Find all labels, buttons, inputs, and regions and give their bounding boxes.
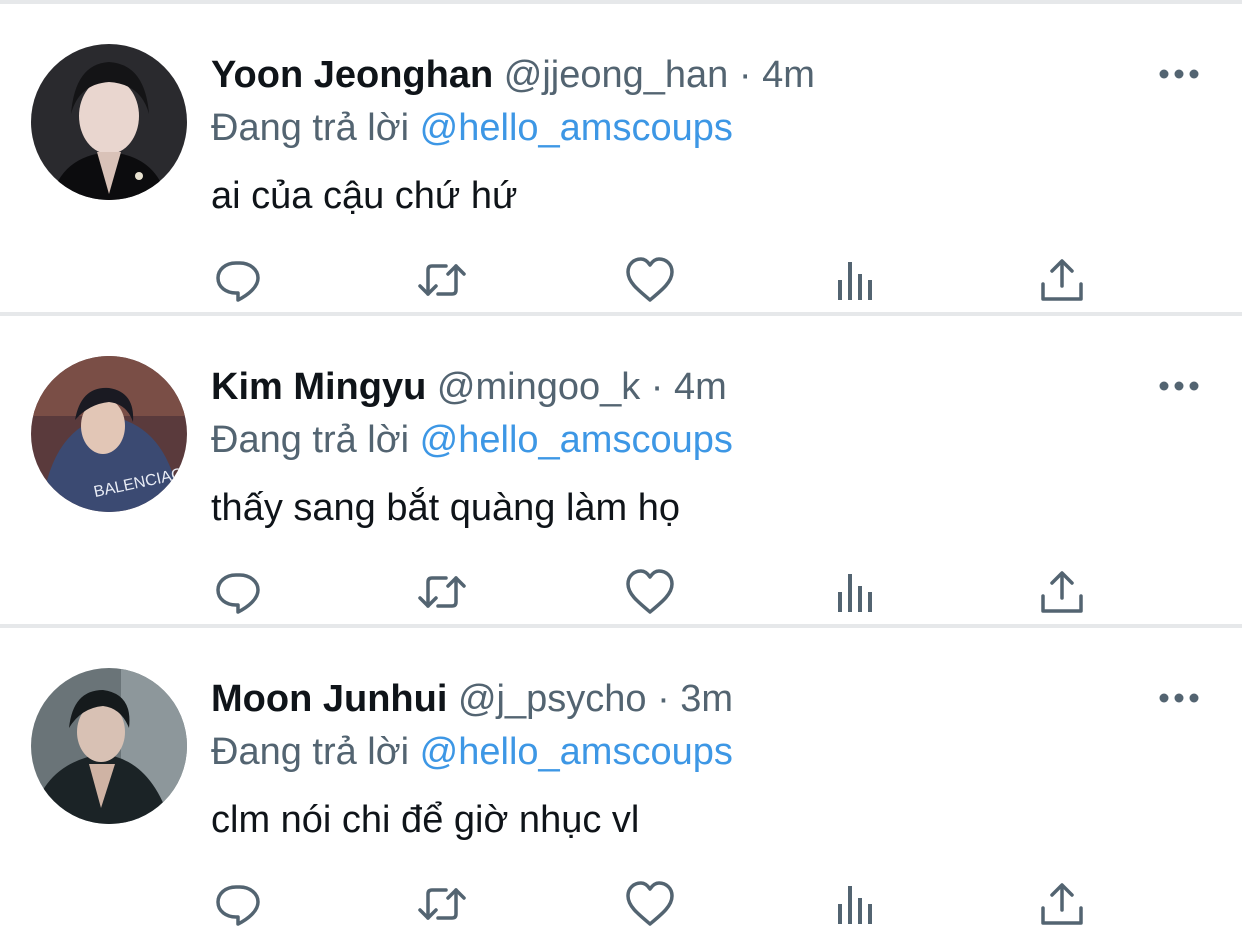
tweet-item[interactable]: Yoon Jeonghan @jjeong_han · 4m Đang trả … [0, 4, 1242, 316]
like-heart-icon[interactable] [624, 878, 676, 934]
separator-dot: · [657, 678, 670, 720]
tweet-item[interactable]: Moon Junhui @j_psycho · 3m Đang trả lời … [0, 628, 1242, 940]
mention-link[interactable]: @hello_amscoups [420, 731, 733, 773]
reply-context: Đang trả lời @hello_amscoups [211, 416, 733, 464]
like-heart-icon[interactable] [624, 254, 676, 310]
share-icon[interactable] [1036, 566, 1088, 622]
display-name[interactable]: Yoon Jeonghan [211, 54, 493, 96]
avatar[interactable] [31, 668, 187, 824]
reply-icon[interactable] [212, 566, 264, 622]
tweet-header: Moon Junhui @j_psycho · 3m [211, 675, 733, 723]
tweet-text: clm nói chi để giờ nhục vl [211, 799, 640, 841]
mention-link[interactable]: @hello_amscoups [420, 107, 733, 149]
more-options-icon[interactable] [1158, 62, 1200, 86]
tweet-text: ai của cậu chứ hứ [211, 175, 518, 217]
timestamp[interactable]: 4m [762, 54, 815, 96]
analytics-icon[interactable] [830, 254, 882, 310]
user-handle[interactable]: @mingoo_k [437, 366, 640, 408]
user-handle[interactable]: @jjeong_han [504, 54, 729, 96]
avatar[interactable] [31, 44, 187, 200]
tweet-header: Kim Mingyu @mingoo_k · 4m [211, 363, 727, 411]
tweet-item[interactable]: BALENCIAG Kim Mingyu @mingoo_k · 4m Đang… [0, 316, 1242, 628]
timestamp[interactable]: 3m [680, 678, 733, 720]
reply-icon[interactable] [212, 878, 264, 934]
analytics-icon[interactable] [830, 878, 882, 934]
display-name[interactable]: Kim Mingyu [211, 366, 426, 408]
mention-link[interactable]: @hello_amscoups [420, 419, 733, 461]
like-heart-icon[interactable] [624, 566, 676, 622]
timestamp[interactable]: 4m [674, 366, 727, 408]
display-name[interactable]: Moon Junhui [211, 678, 447, 720]
retweet-icon[interactable] [416, 878, 468, 934]
reply-context: Đang trả lời @hello_amscoups [211, 104, 733, 152]
more-options-icon[interactable] [1158, 686, 1200, 710]
retweet-icon[interactable] [416, 566, 468, 622]
share-icon[interactable] [1036, 878, 1088, 934]
action-bar [0, 566, 1242, 626]
reply-icon[interactable] [212, 254, 264, 310]
avatar[interactable]: BALENCIAG [31, 356, 187, 512]
separator-dot: · [738, 54, 752, 96]
reply-prefix: Đang trả lời [211, 419, 410, 461]
user-handle[interactable]: @j_psycho [458, 678, 647, 720]
retweet-icon[interactable] [416, 254, 468, 310]
reply-context: Đang trả lời @hello_amscoups [211, 728, 733, 776]
share-icon[interactable] [1036, 254, 1088, 310]
tweet-header: Yoon Jeonghan @jjeong_han · 4m [211, 51, 815, 99]
separator-dot: · [650, 366, 664, 408]
tweet-text: thấy sang bắt quàng làm họ [211, 487, 681, 529]
action-bar [0, 254, 1242, 314]
more-options-icon[interactable] [1158, 374, 1200, 398]
analytics-icon[interactable] [830, 566, 882, 622]
action-bar [0, 878, 1242, 938]
reply-prefix: Đang trả lời [211, 107, 410, 149]
tweet-reply-feed: Yoon Jeonghan @jjeong_han · 4m Đang trả … [0, 0, 1242, 949]
reply-prefix: Đang trả lời [211, 731, 410, 773]
